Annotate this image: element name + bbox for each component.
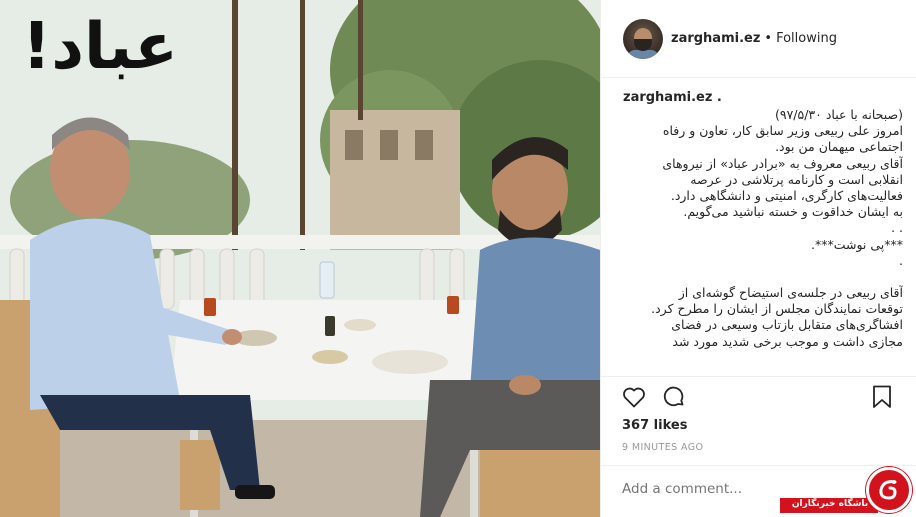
action-bar — [600, 376, 916, 416]
username-link[interactable]: zarghami.ez — [671, 31, 760, 46]
caption-line: افشاگری‌های متقابل بازتاب وسیعی در فضای — [671, 317, 903, 333]
caption-line: توقعات نمایندگان مجلس از ایشان را مطرح ک… — [651, 301, 903, 317]
photo-overlay-title: عباد! — [22, 10, 178, 84]
caption-line: . — [899, 252, 903, 268]
caption-line: انقلابی است و کارنامه پرتلاشی در عرصه — [690, 171, 903, 187]
caption-line: اجتماعی میهمان من بود. — [775, 139, 903, 155]
likes-count[interactable]: 367 likes — [622, 418, 687, 433]
caption-line: فعالیت‌های کارگری، امنیتی و دانشگاهی دار… — [670, 188, 903, 204]
caption-line: آقای ربیعی در جلسه‌ی استیضاح گوشه‌ای از — [678, 285, 903, 301]
post-timestamp[interactable]: 9 MINUTES AGO — [622, 442, 703, 453]
watermark: باشگاه خبرنگاران — [780, 464, 916, 517]
caption-line: آقای ربیعی معروف به «برادر عباد» از نیرو… — [662, 155, 903, 171]
caption-username[interactable]: zarghami.ez . — [623, 90, 903, 105]
caption-line — [623, 269, 903, 285]
caption-line: (صبحانه با عباد ۹۷/۵/۳۰) — [774, 107, 903, 122]
heart-icon[interactable] — [620, 383, 648, 411]
post-photo[interactable]: عباد! — [0, 0, 600, 517]
caption-line: ***پی نوشت***. — [810, 236, 903, 252]
bookmark-icon[interactable] — [868, 383, 896, 411]
caption-line: به ایشان خداقوت و خسته نباشید می‌گویم. — [683, 204, 903, 220]
caption-line: مجازی داشت و موجب برخی شدید مورد شد — [672, 333, 903, 349]
avatar[interactable] — [623, 18, 663, 59]
watermark-logo-icon — [866, 467, 912, 513]
caption-line: . . — [891, 220, 903, 236]
caption-line: امروز علی ربیعی وزیر سابق کار، تعاون و ر… — [662, 123, 903, 139]
comment-icon[interactable] — [660, 383, 688, 411]
post-side-panel: zarghami.ez • Following zarghami.ez . (ص… — [600, 0, 916, 517]
post-header: zarghami.ez • Following — [601, 0, 916, 78]
following-button[interactable]: Following — [776, 31, 837, 46]
separator-dot: • — [764, 31, 773, 46]
caption: zarghami.ez . (صبحانه با عباد ۹۷/۵/۳۰) ا… — [623, 90, 903, 376]
watermark-text: باشگاه خبرنگاران — [791, 499, 869, 509]
